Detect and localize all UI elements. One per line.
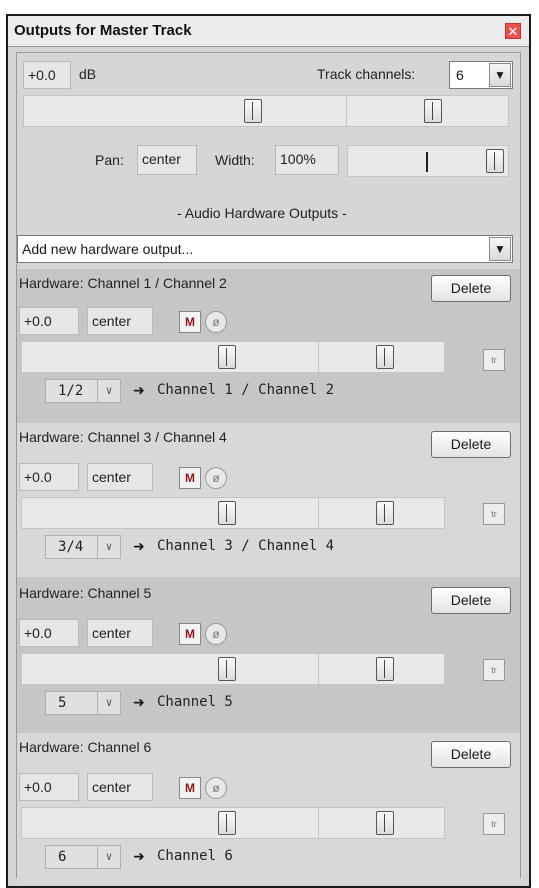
pan-knob[interactable] bbox=[376, 811, 394, 835]
close-icon[interactable]: ✕ bbox=[505, 23, 521, 39]
output-volume-pan-slider[interactable] bbox=[21, 653, 445, 685]
chevron-down-icon[interactable]: ∨ bbox=[97, 692, 120, 714]
delete-button[interactable]: Delete bbox=[431, 431, 511, 458]
volume-knob[interactable] bbox=[218, 657, 236, 681]
width-field[interactable]: 100% bbox=[275, 145, 339, 175]
arrow-right-icon: ➜ bbox=[133, 848, 145, 864]
channel-select[interactable]: 1/2 ∨ bbox=[45, 379, 121, 403]
delete-button[interactable]: Delete bbox=[431, 275, 511, 302]
delete-button[interactable]: Delete bbox=[431, 587, 511, 614]
volume-knob[interactable] bbox=[218, 345, 236, 369]
arrow-right-icon: ➜ bbox=[133, 382, 145, 398]
window-title: Outputs for Master Track bbox=[14, 22, 192, 39]
channel-select[interactable]: 3/4 ∨ bbox=[45, 535, 121, 559]
slider-divider bbox=[318, 498, 319, 528]
hardware-output-1: Hardware: Channel 1 / Channel 2 Delete +… bbox=[17, 269, 520, 424]
track-channels-value: 6 bbox=[456, 67, 464, 83]
hardware-output-label: Hardware: Channel 3 / Channel 4 bbox=[19, 429, 227, 445]
destination-label: Channel 6 bbox=[157, 848, 233, 864]
output-volume-field[interactable]: +0.0 bbox=[19, 463, 79, 491]
mute-button[interactable]: M bbox=[179, 311, 201, 333]
phase-invert-icon[interactable]: ø bbox=[205, 467, 227, 489]
mute-button[interactable]: M bbox=[179, 467, 201, 489]
destination-label: Channel 5 bbox=[157, 694, 233, 710]
output-pan-field[interactable]: center bbox=[87, 307, 153, 335]
destination-label: Channel 1 / Channel 2 bbox=[157, 382, 335, 398]
trim-icon[interactable]: tr bbox=[483, 503, 505, 525]
slider-divider bbox=[318, 342, 319, 372]
hardware-section-heading: - Audio Hardware Outputs - bbox=[177, 205, 347, 221]
arrow-right-icon: ➜ bbox=[133, 538, 145, 554]
phase-invert-icon[interactable]: ø bbox=[205, 623, 227, 645]
width-knob[interactable] bbox=[486, 149, 504, 173]
hardware-output-label: Hardware: Channel 1 / Channel 2 bbox=[19, 275, 227, 291]
outputs-panel: +0.0 dB Track channels: 6 ▼ Pan: center … bbox=[16, 52, 521, 885]
volume-knob[interactable] bbox=[218, 811, 236, 835]
slider-divider bbox=[318, 654, 319, 684]
output-volume-pan-slider[interactable] bbox=[21, 497, 445, 529]
channel-select-value: 3/4 bbox=[58, 539, 84, 555]
chevron-down-icon[interactable]: ▼ bbox=[489, 237, 511, 261]
master-volume-field[interactable]: +0.0 bbox=[23, 61, 71, 89]
output-pan-field[interactable]: center bbox=[87, 773, 153, 801]
width-slider[interactable] bbox=[347, 145, 509, 177]
phase-invert-icon[interactable]: ø bbox=[205, 777, 227, 799]
pan-knob[interactable] bbox=[376, 657, 394, 681]
output-pan-field[interactable]: center bbox=[87, 619, 153, 647]
mute-button[interactable]: M bbox=[179, 623, 201, 645]
destination-label: Channel 3 / Channel 4 bbox=[157, 538, 335, 554]
master-volume-knob[interactable] bbox=[244, 99, 262, 123]
pan-field[interactable]: center bbox=[137, 145, 197, 175]
channel-select-value: 1/2 bbox=[58, 383, 84, 399]
output-pan-field[interactable]: center bbox=[87, 463, 153, 491]
master-pan-knob[interactable] bbox=[424, 99, 442, 123]
output-volume-field[interactable]: +0.0 bbox=[19, 619, 79, 647]
master-volume-slider[interactable] bbox=[23, 95, 509, 127]
channel-select-value: 6 bbox=[58, 849, 67, 865]
output-volume-pan-slider[interactable] bbox=[21, 341, 445, 373]
hardware-output-4: Hardware: Channel 6 Delete +0.0 center M… bbox=[17, 733, 520, 885]
hardware-output-label: Hardware: Channel 6 bbox=[19, 739, 152, 755]
arrow-right-icon: ➜ bbox=[133, 694, 145, 710]
volume-knob[interactable] bbox=[218, 501, 236, 525]
pan-knob[interactable] bbox=[376, 345, 394, 369]
slider-divider bbox=[318, 808, 319, 838]
width-center-mark bbox=[426, 152, 428, 172]
hardware-output-label: Hardware: Channel 5 bbox=[19, 585, 152, 601]
hardware-output-2: Hardware: Channel 3 / Channel 4 Delete +… bbox=[17, 423, 520, 578]
hardware-output-3: Hardware: Channel 5 Delete +0.0 center M… bbox=[17, 577, 520, 734]
delete-button[interactable]: Delete bbox=[431, 741, 511, 768]
output-volume-field[interactable]: +0.0 bbox=[19, 773, 79, 801]
track-channels-label: Track channels: bbox=[317, 66, 416, 82]
output-volume-pan-slider[interactable] bbox=[21, 807, 445, 839]
chevron-down-icon[interactable]: ∨ bbox=[97, 846, 120, 868]
pan-label: Pan: bbox=[95, 152, 124, 168]
volume-unit-label: dB bbox=[79, 66, 97, 82]
chevron-down-icon[interactable]: ∨ bbox=[97, 536, 120, 558]
mute-button[interactable]: M bbox=[179, 777, 201, 799]
channel-select[interactable]: 6 ∨ bbox=[45, 845, 121, 869]
output-volume-field[interactable]: +0.0 bbox=[19, 307, 79, 335]
channel-select-value: 5 bbox=[58, 695, 67, 711]
slider-divider bbox=[346, 96, 347, 126]
channel-select[interactable]: 5 ∨ bbox=[45, 691, 121, 715]
title-bar: Outputs for Master Track ✕ bbox=[8, 16, 529, 47]
width-label: Width: bbox=[215, 152, 255, 168]
trim-icon[interactable]: tr bbox=[483, 813, 505, 835]
chevron-down-icon[interactable]: ∨ bbox=[97, 380, 120, 402]
add-output-label: Add new hardware output... bbox=[22, 241, 194, 257]
phase-invert-icon[interactable]: ø bbox=[205, 311, 227, 333]
track-channels-select[interactable]: 6 ▼ bbox=[449, 61, 513, 89]
pan-knob[interactable] bbox=[376, 501, 394, 525]
trim-icon[interactable]: tr bbox=[483, 349, 505, 371]
chevron-down-icon[interactable]: ▼ bbox=[489, 63, 511, 87]
trim-icon[interactable]: tr bbox=[483, 659, 505, 681]
outputs-window: Outputs for Master Track ✕ +0.0 dB Track… bbox=[6, 14, 531, 888]
add-hardware-output-select[interactable]: Add new hardware output... ▼ bbox=[17, 235, 513, 263]
